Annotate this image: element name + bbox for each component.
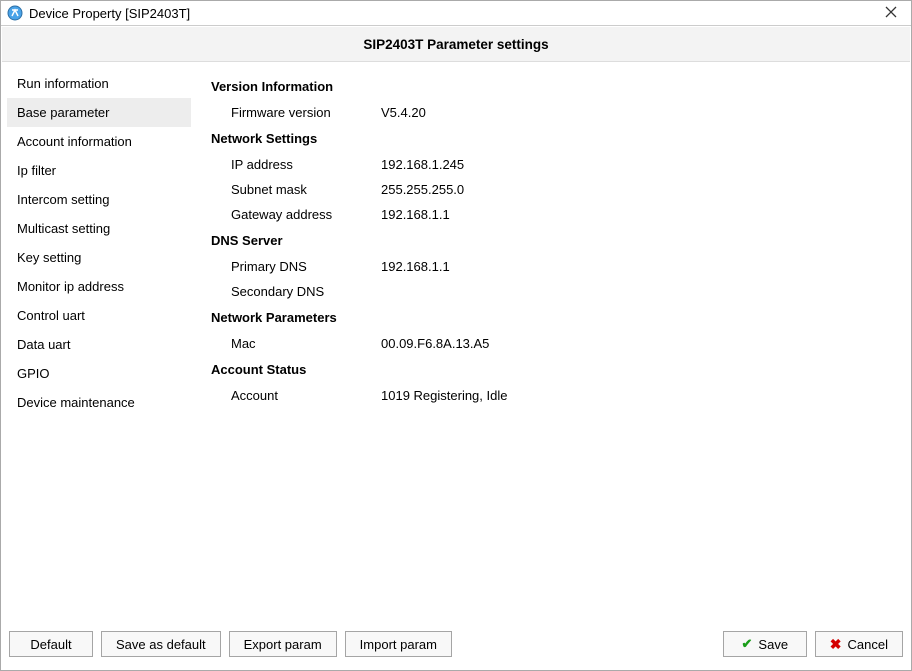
check-icon: ✔: [742, 636, 753, 652]
row-primary-dns: Primary DNS 192.168.1.1: [211, 254, 895, 279]
import-param-button[interactable]: Import param: [345, 631, 452, 657]
close-button[interactable]: [875, 5, 907, 21]
sidebar-item-key-setting[interactable]: Key setting: [7, 243, 191, 272]
value-firmware-version: V5.4.20: [381, 105, 895, 120]
sidebar-item-label: Account information: [17, 134, 132, 149]
cancel-button[interactable]: ✖ Cancel: [815, 631, 903, 657]
content: Version Information Firmware version V5.…: [191, 69, 905, 624]
value-subnet-mask: 255.255.255.0: [381, 182, 895, 197]
x-icon: ✖: [830, 636, 842, 653]
sidebar-item-label: Intercom setting: [17, 192, 110, 207]
sidebar-item-base-parameter[interactable]: Base parameter: [7, 98, 191, 127]
sidebar-item-multicast-setting[interactable]: Multicast setting: [7, 214, 191, 243]
export-param-button[interactable]: Export param: [229, 631, 337, 657]
section-heading-network-settings: Network Settings: [211, 127, 895, 150]
app-icon: [7, 5, 23, 21]
button-label: Import param: [360, 637, 437, 652]
row-mac: Mac 00.09.F6.8A.13.A5: [211, 331, 895, 356]
label-ip-address: IP address: [211, 157, 381, 172]
page-title: SIP2403T Parameter settings: [363, 37, 548, 52]
label-gateway-address: Gateway address: [211, 207, 381, 222]
button-label: Default: [30, 637, 71, 652]
sidebar-item-label: Key setting: [17, 250, 81, 265]
default-button[interactable]: Default: [9, 631, 93, 657]
titlebar: Device Property [SIP2403T]: [1, 1, 911, 26]
label-primary-dns: Primary DNS: [211, 259, 381, 274]
save-button[interactable]: ✔ Save: [723, 631, 807, 657]
row-gateway-address: Gateway address 192.168.1.1: [211, 202, 895, 227]
button-label: Save: [758, 637, 788, 652]
section-heading-dns-server: DNS Server: [211, 229, 895, 252]
sidebar-item-intercom-setting[interactable]: Intercom setting: [7, 185, 191, 214]
window-title: Device Property [SIP2403T]: [29, 6, 875, 21]
sidebar-item-label: Monitor ip address: [17, 279, 124, 294]
close-icon: [885, 6, 897, 18]
device-property-window: Device Property [SIP2403T] SIP2403T Para…: [0, 0, 912, 671]
value-ip-address: 192.168.1.245: [381, 157, 895, 172]
row-subnet-mask: Subnet mask 255.255.255.0: [211, 177, 895, 202]
page-header: SIP2403T Parameter settings: [2, 27, 910, 62]
label-firmware-version: Firmware version: [211, 105, 381, 120]
row-firmware-version: Firmware version V5.4.20: [211, 100, 895, 125]
sidebar-item-label: Multicast setting: [17, 221, 110, 236]
sidebar-item-label: Data uart: [17, 337, 70, 352]
label-secondary-dns: Secondary DNS: [211, 284, 381, 299]
value-mac: 00.09.F6.8A.13.A5: [381, 336, 895, 351]
body: Run information Base parameter Account i…: [1, 63, 911, 624]
label-mac: Mac: [211, 336, 381, 351]
row-ip-address: IP address 192.168.1.245: [211, 152, 895, 177]
label-account: Account: [211, 388, 381, 403]
sidebar-item-account-information[interactable]: Account information: [7, 127, 191, 156]
row-secondary-dns: Secondary DNS: [211, 279, 895, 304]
section-heading-version-information: Version Information: [211, 75, 895, 98]
footer: Default Save as default Export param Imp…: [1, 624, 911, 670]
button-label: Save as default: [116, 637, 206, 652]
button-label: Cancel: [848, 637, 888, 652]
sidebar-item-label: Run information: [17, 76, 109, 91]
sidebar-item-label: Control uart: [17, 308, 85, 323]
sidebar: Run information Base parameter Account i…: [7, 69, 191, 624]
section-heading-account-status: Account Status: [211, 358, 895, 381]
sidebar-item-data-uart[interactable]: Data uart: [7, 330, 191, 359]
row-account: Account 1019 Registering, Idle: [211, 383, 895, 408]
sidebar-item-device-maintenance[interactable]: Device maintenance: [7, 388, 191, 417]
sidebar-item-label: Device maintenance: [17, 395, 135, 410]
section-heading-network-parameters: Network Parameters: [211, 306, 895, 329]
sidebar-item-run-information[interactable]: Run information: [7, 69, 191, 98]
sidebar-item-gpio[interactable]: GPIO: [7, 359, 191, 388]
sidebar-item-monitor-ip-address[interactable]: Monitor ip address: [7, 272, 191, 301]
value-gateway-address: 192.168.1.1: [381, 207, 895, 222]
sidebar-item-label: Ip filter: [17, 163, 56, 178]
sidebar-item-control-uart[interactable]: Control uart: [7, 301, 191, 330]
sidebar-item-ip-filter[interactable]: Ip filter: [7, 156, 191, 185]
sidebar-item-label: GPIO: [17, 366, 50, 381]
value-secondary-dns: [381, 284, 895, 299]
save-as-default-button[interactable]: Save as default: [101, 631, 221, 657]
label-subnet-mask: Subnet mask: [211, 182, 381, 197]
value-account: 1019 Registering, Idle: [381, 388, 895, 403]
button-label: Export param: [244, 637, 322, 652]
sidebar-item-label: Base parameter: [17, 105, 110, 120]
value-primary-dns: 192.168.1.1: [381, 259, 895, 274]
